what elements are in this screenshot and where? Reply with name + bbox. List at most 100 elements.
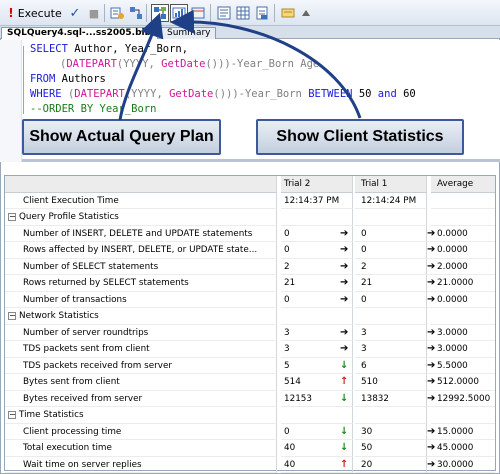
- tab-query[interactable]: SQLQuery4.sql-...ss2005.biblio*: [1, 27, 168, 39]
- statistic-label: Rows returned by SELECT statements: [5, 275, 277, 292]
- group-average-blank: [431, 407, 495, 424]
- client-statistics-button[interactable]: [170, 4, 188, 22]
- group-trial-1-blank: [355, 308, 427, 325]
- trial-2-trend-down-arrow-icon: ↓: [340, 391, 352, 407]
- execute-label: Execute: [17, 6, 62, 20]
- right-arrow-icon: ➔: [340, 343, 349, 354]
- client-statistics-icon: [172, 7, 186, 19]
- age-expression: ()))-Year_Born Age: [205, 58, 320, 70]
- datepart-args: (YYYY,: [116, 58, 155, 70]
- average-value: 5.5000: [431, 358, 495, 374]
- trial-2-trend-up-arrow-icon: ↑: [340, 457, 352, 473]
- execute-button[interactable]: ! Execute: [6, 4, 64, 22]
- header-trial-1[interactable]: Trial 1: [355, 176, 427, 193]
- average-value: 0.0000: [431, 292, 495, 308]
- trial-2-trend-right-arrow-icon: ➔: [340, 259, 352, 275]
- trial-1-value: 0: [355, 225, 427, 242]
- parse-button[interactable]: [108, 4, 126, 22]
- results-to-file-button[interactable]: [253, 4, 271, 22]
- group-title: Network Statistics: [5, 308, 277, 325]
- estimated-plan-button[interactable]: [127, 4, 145, 22]
- statistic-row: Bytes received from server 12153 ↓ 13832 ➔ 12…: [5, 390, 495, 407]
- group-trial-2-blank: [281, 407, 353, 424]
- group-average-blank: [431, 209, 495, 226]
- query-toolbar: ! Execute ✓ ■: [0, 0, 500, 26]
- right-arrow-icon: ➔: [340, 244, 349, 255]
- editor-line-1: SELECT Author, Year_Born,: [30, 43, 188, 55]
- header-trial-2[interactable]: Trial 2: [281, 176, 353, 193]
- keyword-between: BETWEEN: [308, 88, 353, 100]
- results-to-text-button[interactable]: [215, 4, 233, 22]
- statistic-row: Number of INSERT, DELETE and UPDATE stat…: [5, 225, 495, 242]
- header-average[interactable]: Average: [431, 176, 495, 193]
- statistic-label: Number of INSERT, DELETE and UPDATE stat…: [5, 225, 277, 242]
- trial-2-trend-down-arrow-icon: ↓: [340, 424, 352, 440]
- statistic-row: TDS packets sent from client 3 ➔ 3 ➔ 3.0000: [5, 341, 495, 358]
- average-value: 30.0000: [431, 457, 495, 473]
- editor-line-4: WHERE (DATEPART(YYYY, GetDate()))-Year_B…: [30, 88, 416, 100]
- trial-2-trend-up-arrow-icon: ↑: [340, 374, 352, 391]
- results-to-grid-button[interactable]: [234, 4, 252, 22]
- group-average-blank: [431, 308, 495, 325]
- statistic-label: Number of server roundtrips: [5, 324, 277, 341]
- average-value: 12992.5000: [431, 391, 495, 407]
- results-to-text-icon: [217, 6, 231, 20]
- statistic-label: Bytes received from server: [5, 390, 277, 407]
- uncomment-button[interactable]: [298, 4, 316, 22]
- group-row: Time Statistics −: [5, 407, 495, 424]
- keyword-and: and: [377, 88, 397, 100]
- statistic-label: Number of SELECT statements: [5, 258, 277, 275]
- editor-gutter: [0, 40, 22, 162]
- average-value: 512.0000: [431, 374, 495, 391]
- right-arrow-icon: ➔: [340, 326, 349, 338]
- statistic-row: Bytes sent from client 514 ↑ 510 ➔ 512.0000: [5, 374, 495, 391]
- callout-show-client-statistics: Show Client Statistics: [256, 119, 464, 155]
- statistic-row: Total execution time 40 ↓ 50 ➔ 45.0000: [5, 440, 495, 457]
- statistic-row: Rows affected by INSERT, DELETE, or UPDA…: [5, 242, 495, 259]
- trial-1-value: 2: [355, 258, 427, 275]
- datepart-args: (YYYY,: [124, 88, 163, 100]
- keyword-from: FROM: [30, 73, 56, 85]
- trial-2-trend-right-arrow-icon: ➔: [340, 226, 352, 242]
- group-title: Query Profile Statistics: [5, 209, 277, 226]
- actual-plan-button[interactable]: [151, 4, 169, 22]
- group-trial-2-blank: [281, 209, 353, 226]
- keyword-where: WHERE: [30, 88, 62, 100]
- average-value: 21.0000: [431, 275, 495, 292]
- trial-1-value: 20: [355, 456, 427, 473]
- toolbar-separator: [274, 4, 275, 22]
- trial-2-trend-right-arrow-icon: ➔: [340, 292, 352, 308]
- actual-plan-icon: [154, 7, 166, 19]
- average-value: 2.0000: [431, 259, 495, 275]
- group-trial-2-blank: [281, 308, 353, 325]
- uncomment-icon: [302, 10, 310, 16]
- check-button[interactable]: ✓: [66, 4, 84, 22]
- table-authors: Authors: [61, 73, 106, 85]
- collapse-toggle-icon[interactable]: −: [8, 213, 16, 221]
- editor-line-5: --ORDER BY Year_Born: [30, 103, 156, 115]
- value-low: 50: [358, 88, 372, 100]
- function-datepart: DATEPART: [74, 88, 125, 100]
- trial-1-value: 50: [355, 440, 427, 457]
- collapse-toggle-icon[interactable]: −: [8, 312, 16, 320]
- statistic-row: Rows returned by SELECT statements 21 ➔ 21 ➔…: [5, 275, 495, 292]
- value-high: 60: [403, 88, 416, 100]
- statistic-label: TDS packets received from server: [5, 357, 277, 374]
- execution-time-trial-2: 12:14:37 PM: [281, 192, 353, 209]
- outline-guide: [23, 46, 24, 114]
- comment-icon: [281, 8, 295, 18]
- trial-1-value: 3: [355, 324, 427, 341]
- editor-line-2: (DATEPART(YYYY, GetDate()))-Year_Born Ag…: [60, 58, 319, 70]
- trial-2-trend-down-arrow-icon: ↓: [340, 440, 352, 457]
- tab-summary[interactable]: Summary: [161, 27, 216, 39]
- right-arrow-icon: ➔: [340, 260, 349, 272]
- cancel-query-button[interactable]: ■: [85, 4, 103, 22]
- statistic-row: Number of transactions 0 ➔ 0 ➔ 0.0000: [5, 291, 495, 308]
- options-button[interactable]: [189, 4, 207, 22]
- comment-button[interactable]: [279, 4, 297, 22]
- parse-icon: [110, 7, 124, 19]
- down-arrow-icon: ↓: [340, 392, 349, 404]
- execution-time-trial-1: 12:14:24 PM: [355, 192, 427, 209]
- collapse-toggle-icon[interactable]: −: [8, 411, 16, 419]
- execution-time-average: [431, 193, 495, 209]
